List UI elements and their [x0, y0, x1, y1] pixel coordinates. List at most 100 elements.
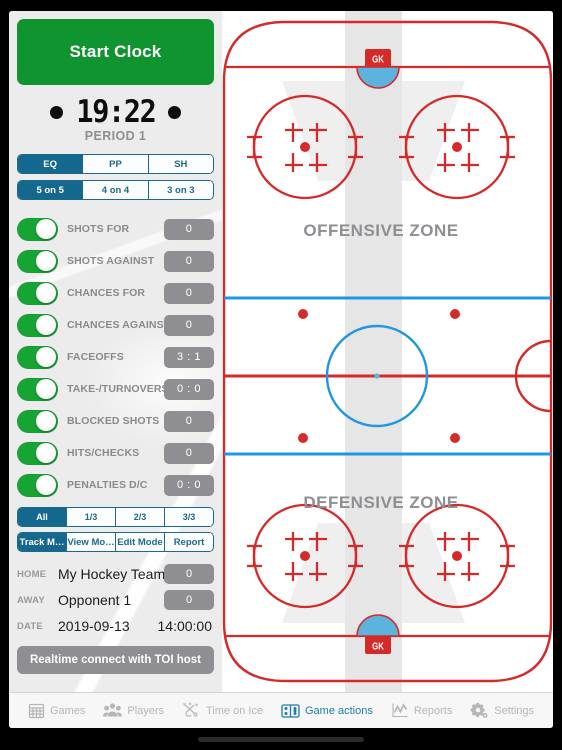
control-panel: Start Clock 19:22 PERIOD 1 EQ PP SH 5 on… — [9, 11, 222, 692]
toggle-penalties[interactable] — [17, 473, 58, 497]
game-info: HOME My Hockey Team 0 AWAY Opponent 1 0 … — [17, 561, 214, 639]
stat-value[interactable]: 0 — [164, 250, 214, 272]
faceoff-dot-top-right — [452, 142, 462, 152]
device-frame: GK GK OFFENSIVE ZONE DEFENSIVE ZONE Star… — [0, 0, 562, 750]
stat-value[interactable]: 0 — [164, 314, 214, 336]
players-icon — [103, 702, 123, 719]
faceoff-dot-bottom-left — [300, 551, 310, 561]
goalie-button-bottom[interactable]: GK — [365, 636, 391, 654]
tab-label: Time on Ice — [206, 704, 264, 717]
period-filter-1[interactable]: 1/3 — [67, 508, 116, 526]
home-row[interactable]: HOME My Hockey Team 0 — [17, 561, 214, 587]
skaters-segmented-control[interactable]: 5 on 5 4 on 4 3 on 3 — [17, 180, 214, 200]
time-on-ice-icon — [182, 702, 201, 719]
clock-time: 19:22 — [76, 94, 156, 130]
strength-tab-eq[interactable]: EQ — [18, 155, 84, 173]
period-filter-3[interactable]: 3/3 — [165, 508, 213, 526]
faceoff-dot-bottom-right — [452, 551, 462, 561]
stat-value[interactable]: 0 — [164, 282, 214, 304]
strength-tab-pp[interactable]: PP — [83, 155, 149, 173]
stat-row-penalties[interactable]: PENALTIES D/C 0 : 0 — [17, 469, 214, 501]
stat-value[interactable]: 0 — [164, 442, 214, 464]
rink-svg: GK GK OFFENSIVE ZONE DEFENSIVE ZONE — [222, 11, 553, 692]
strength-segmented-control[interactable]: EQ PP SH — [17, 154, 214, 174]
realtime-connect-button[interactable]: Realtime connect with TOI host — [17, 646, 214, 674]
mode-segmented-control[interactable]: Track M… View Mo… Edit Mode Report — [17, 532, 214, 552]
period-label: PERIOD 1 — [84, 129, 147, 143]
tab-label: Games — [49, 704, 86, 717]
offensive-zone-label: OFFENSIVE ZONE — [303, 221, 458, 240]
mode-track[interactable]: Track M… — [18, 533, 67, 551]
tab-label: Reports — [413, 704, 453, 717]
tab-reports[interactable]: Reports — [391, 702, 453, 719]
stat-value[interactable]: 0 : 0 — [164, 378, 214, 400]
strength-tab-sh[interactable]: SH — [148, 155, 213, 173]
stat-label: FACEOFFS — [67, 351, 124, 363]
period-filter-2[interactable]: 2/3 — [116, 508, 165, 526]
toggle-knob — [36, 411, 56, 431]
period-filter-all[interactable]: All — [18, 508, 67, 526]
stat-label: SHOTS FOR — [67, 223, 130, 235]
stat-value[interactable]: 0 — [164, 410, 214, 432]
clock-dot-right — [168, 106, 182, 119]
stat-toggle-list: SHOTS FOR 0 SHOTS AGAINST 0 CHANCES FOR … — [17, 213, 214, 501]
stat-row-hits-checks[interactable]: HITS/CHECKS 0 — [17, 437, 214, 469]
game-date: 2019-09-13 — [58, 618, 130, 634]
tab-settings[interactable]: Settings — [470, 702, 534, 719]
stat-value[interactable]: 0 — [164, 218, 214, 240]
toggle-chances-for[interactable] — [17, 281, 58, 305]
game-actions-icon — [281, 703, 300, 719]
stat-row-shots-for[interactable]: SHOTS FOR 0 — [17, 213, 214, 245]
away-row[interactable]: AWAY Opponent 1 0 — [17, 587, 214, 613]
home-team-name: My Hockey Team — [58, 566, 164, 582]
skaters-tab-3on3[interactable]: 3 on 3 — [148, 181, 213, 199]
away-team-name: Opponent 1 — [58, 592, 132, 608]
stat-value[interactable]: 0 : 0 — [164, 474, 214, 496]
toggle-shots-for[interactable] — [17, 217, 58, 241]
stat-label: SHOTS AGAINST — [67, 255, 155, 267]
tab-label: Players — [127, 704, 165, 717]
toggle-chances-against[interactable] — [17, 313, 58, 337]
toggle-faceoffs[interactable] — [17, 345, 58, 369]
tab-label: Game actions — [305, 704, 373, 717]
stat-label: CHANCES FOR — [67, 287, 146, 299]
toggle-takeaways-turnovers[interactable] — [17, 377, 58, 401]
period-filter-segmented-control[interactable]: All 1/3 2/3 3/3 — [17, 507, 214, 527]
toggle-shots-against[interactable] — [17, 249, 58, 273]
stat-row-chances-against[interactable]: CHANCES AGAINST 0 — [17, 309, 214, 341]
away-score[interactable]: 0 — [164, 590, 214, 610]
goalie-button-top[interactable]: GK — [365, 49, 391, 67]
stat-label: HITS/CHECKS — [67, 447, 140, 459]
goalie-label-bottom: GK — [372, 641, 384, 652]
toggle-hits-checks[interactable] — [17, 441, 58, 465]
stat-row-blocked-shots[interactable]: BLOCKED SHOTS 0 — [17, 405, 214, 437]
tab-game-actions[interactable]: Game actions — [281, 703, 373, 719]
mode-view[interactable]: View Mo… — [67, 533, 116, 551]
home-score[interactable]: 0 — [164, 564, 214, 584]
toggle-blocked-shots[interactable] — [17, 409, 58, 433]
bottom-tab-bar: Games Players Time on Ice Game actions R… — [9, 692, 553, 728]
skaters-tab-5on5[interactable]: 5 on 5 — [18, 181, 84, 199]
away-label: AWAY — [17, 594, 45, 606]
mode-report[interactable]: Report — [165, 533, 213, 551]
stat-row-chances-for[interactable]: CHANCES FOR 0 — [17, 277, 214, 309]
tab-games[interactable]: Games — [28, 702, 85, 719]
mode-edit[interactable]: Edit Mode — [116, 533, 165, 551]
skaters-tab-4on4[interactable]: 4 on 4 — [83, 181, 149, 199]
stat-value[interactable]: 3 : 1 — [164, 346, 214, 368]
tab-players[interactable]: Players — [103, 702, 164, 719]
rink-diagram[interactable]: GK GK OFFENSIVE ZONE DEFENSIVE ZONE — [222, 11, 553, 692]
stat-row-takeaways-turnovers[interactable]: TAKE-/TURNOVERS 0 : 0 — [17, 373, 214, 405]
date-row[interactable]: DATE 2019-09-13 14:00:00 — [17, 613, 214, 639]
gear-icon — [470, 702, 489, 719]
toggle-knob — [36, 347, 56, 367]
toggle-knob — [36, 443, 56, 463]
stat-row-shots-against[interactable]: SHOTS AGAINST 0 — [17, 245, 214, 277]
game-clock[interactable]: 19:22 — [17, 97, 214, 128]
toggle-knob — [36, 251, 56, 271]
stat-row-faceoffs[interactable]: FACEOFFS 3 : 1 — [17, 341, 214, 373]
tab-time-on-ice[interactable]: Time on Ice — [182, 702, 263, 719]
home-label: HOME — [17, 568, 47, 580]
goalie-label-top: GK — [372, 54, 384, 65]
start-clock-button[interactable]: Start Clock — [17, 19, 214, 85]
